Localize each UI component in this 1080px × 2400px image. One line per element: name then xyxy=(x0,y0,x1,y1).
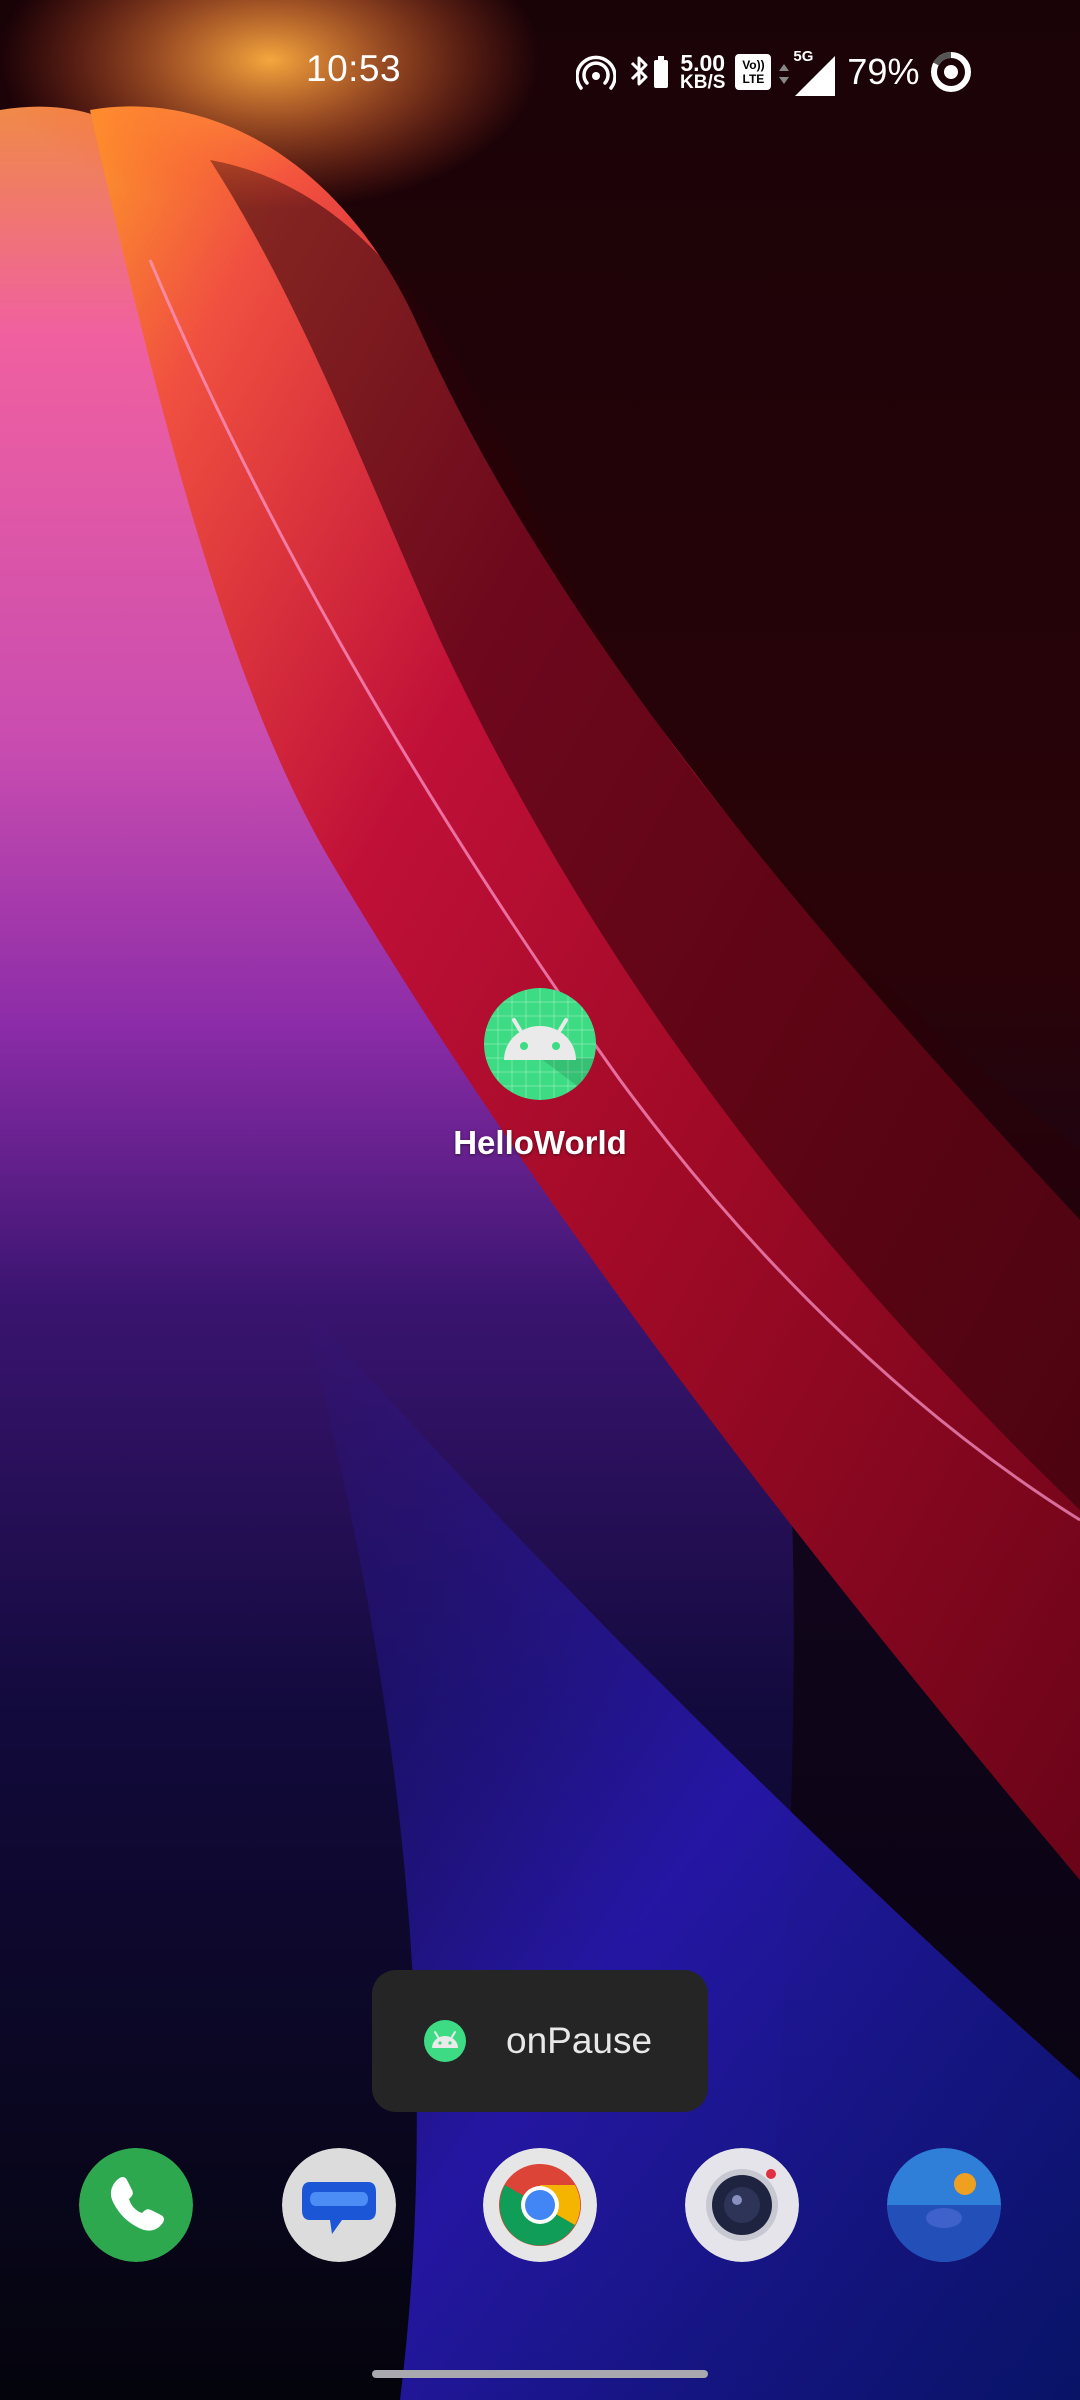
app-label: HelloWorld xyxy=(453,1124,627,1161)
volte-line-2: LTE xyxy=(742,72,765,86)
gesture-nav-handle[interactable] xyxy=(372,2370,708,2378)
app-shortcut-helloworld[interactable]: HelloWorld xyxy=(426,988,654,1188)
messages-icon[interactable] xyxy=(282,2148,396,2262)
hotspot-icon xyxy=(576,55,616,90)
camera-icon[interactable] xyxy=(685,2148,799,2262)
phone-icon[interactable] xyxy=(79,2148,193,2262)
bluetooth-battery-icon xyxy=(630,56,668,88)
gallery-icon[interactable] xyxy=(887,2148,1001,2262)
toast-text: onPause xyxy=(506,2020,653,2061)
status-bar: 10:53 5.00 KB/S Vo)) LTE 5G 79% xyxy=(0,0,1080,140)
volte-icon: Vo)) LTE xyxy=(735,54,772,90)
network-speed-unit: KB/S xyxy=(680,72,726,93)
network-speed: 5.00 KB/S xyxy=(680,50,726,93)
android-robot-icon xyxy=(424,2020,466,2062)
data-arrows-icon xyxy=(779,64,790,84)
status-clock: 10:53 xyxy=(306,48,402,89)
android-robot-icon xyxy=(484,988,596,1100)
volte-line-1: Vo)) xyxy=(742,58,765,72)
signal-icon xyxy=(795,56,836,96)
chrome-icon[interactable] xyxy=(483,2148,597,2262)
toast-message: onPause xyxy=(372,1970,708,2112)
app-dock xyxy=(0,2148,1080,2262)
mobile-signal: 5G xyxy=(777,48,837,96)
network-speed-value: 5.00 xyxy=(680,50,726,76)
battery-percent: 79% xyxy=(847,51,920,92)
battery-ring-icon xyxy=(931,52,972,92)
status-icons: 5.00 KB/S Vo)) LTE 5G 79% xyxy=(576,40,973,104)
